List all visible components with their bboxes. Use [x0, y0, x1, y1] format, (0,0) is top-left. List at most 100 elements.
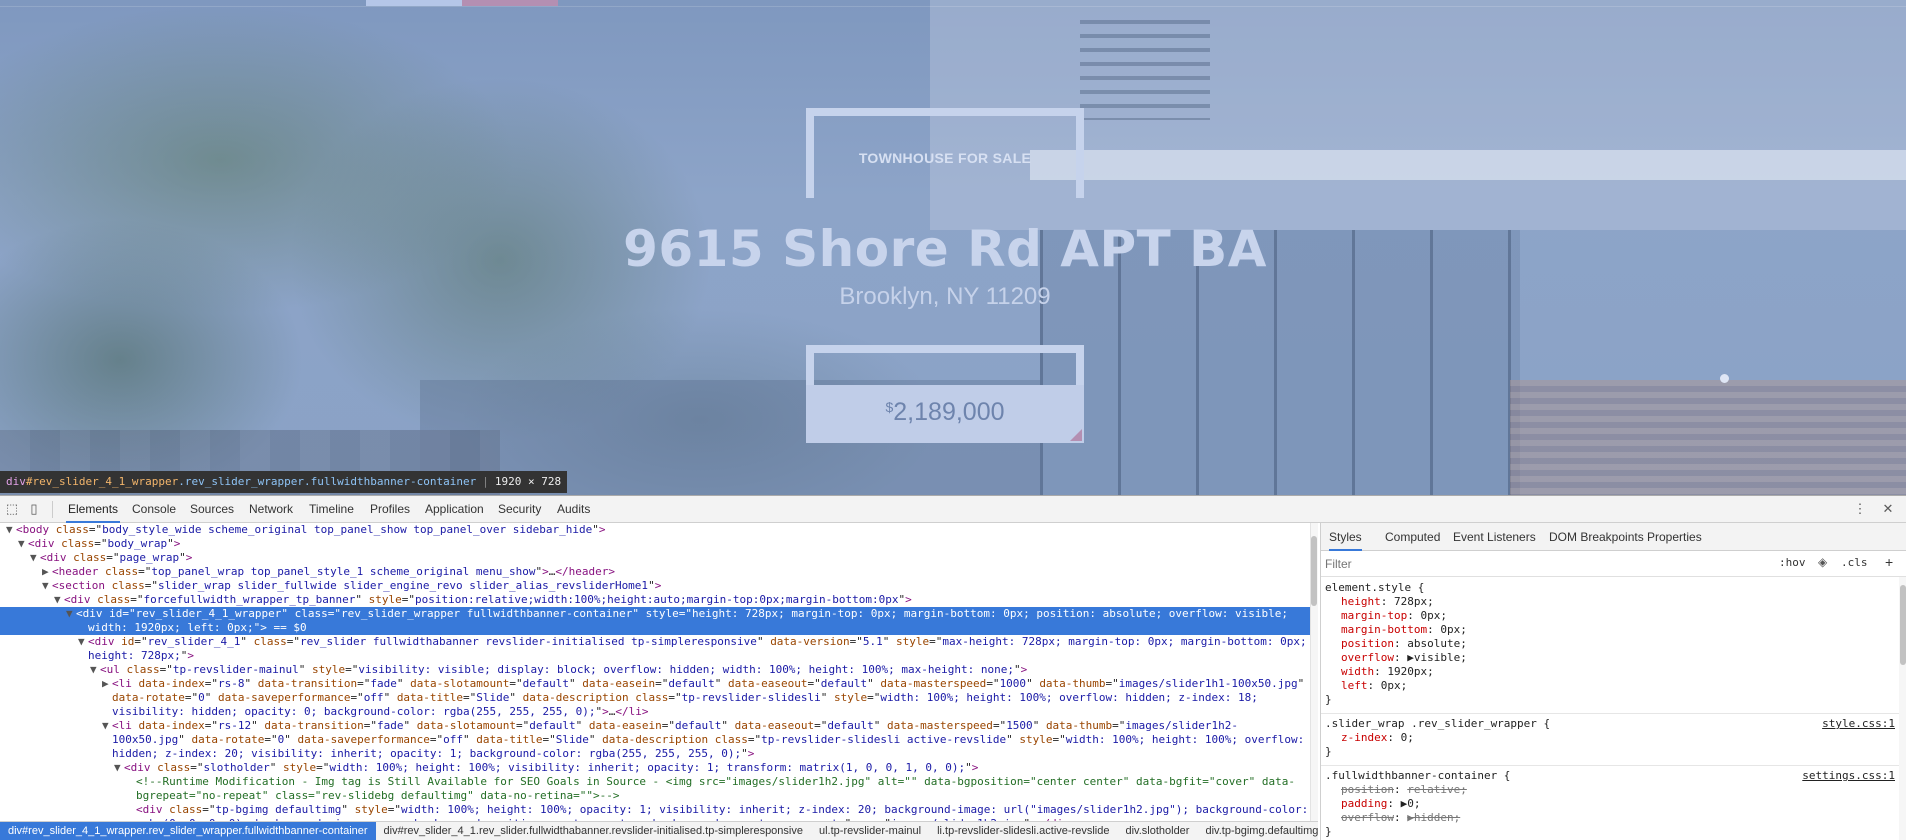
dom-node[interactable]: hidden; z-index: 20; visibility: inherit… — [0, 747, 1310, 761]
nav-divider — [0, 6, 1906, 7]
tab-styles[interactable]: Styles — [1329, 523, 1362, 551]
device-mode-icon[interactable]: ▯ — [26, 501, 42, 517]
tab-elements[interactable]: Elements — [66, 496, 121, 523]
styles-scroll-thumb[interactable] — [1900, 585, 1906, 665]
dom-node-markup: <li data-index="rs-12" data-transition="… — [112, 719, 1239, 732]
css-property: overflow — [1341, 811, 1394, 824]
breadcrumb-item[interactable]: li.tp-revslider-slidesli.active-revslide — [929, 822, 1117, 840]
css-source-link[interactable]: settings.css:1 — [1802, 769, 1895, 783]
css-declaration[interactable]: z-index: 0; — [1325, 731, 1895, 745]
css-property: width — [1341, 665, 1375, 678]
collapse-triangle-icon[interactable]: ▼ — [90, 663, 100, 677]
dom-node[interactable]: ▼ <div id="rev_slider_4_1" class="rev_sli… — [0, 635, 1310, 649]
dom-node-selected[interactable]: ▼ <div id="rev_slider_4_1_wrapper" class=… — [0, 607, 1310, 621]
dom-node-markup: height: 728px;"> — [88, 649, 194, 662]
css-selector[interactable]: .slider_wrap .rev_slider_wrapper {style.… — [1325, 717, 1895, 731]
css-declaration[interactable]: left: 0px; — [1325, 679, 1895, 693]
more-options-icon[interactable]: ⋮ — [1852, 501, 1868, 517]
dom-node[interactable]: ▼ <li data-index="rs-12" data-transition=… — [0, 719, 1310, 733]
dom-node[interactable]: height: 728px;"> — [0, 649, 1310, 663]
dom-node[interactable]: ▼ <div class="page_wrap"> — [0, 551, 1310, 565]
collapse-triangle-icon[interactable]: ▼ — [66, 607, 76, 621]
dom-node[interactable]: visibility: hidden; opacity: 0; backgrou… — [0, 705, 1310, 719]
css-value: ▶hidden; — [1407, 811, 1461, 824]
dom-node[interactable]: ▼ <div class="body_wrap"> — [0, 537, 1310, 551]
css-selector[interactable]: .fullwidthbanner-container {settings.css… — [1325, 769, 1895, 783]
css-declaration[interactable]: position: relative; — [1325, 783, 1895, 797]
tab-dom-breakpoints[interactable]: DOM Breakpoints — [1549, 523, 1644, 551]
css-source-link[interactable]: style.css:1 — [1822, 717, 1895, 731]
dom-node[interactable]: ▼ <body class="body_style_wide scheme_ori… — [0, 523, 1310, 537]
dom-node[interactable]: ▼ <ul class="tp-revslider-mainul" style="… — [0, 663, 1310, 677]
css-declaration[interactable]: position: absolute; — [1325, 637, 1895, 651]
dom-node[interactable]: <!--Runtime Modification - Img tag is St… — [0, 775, 1310, 789]
dom-node-markup: <div class="forcefullwidth_wrapper_tp_ba… — [64, 593, 912, 606]
dom-node[interactable]: ▶ <li data-index="rs-8" data-transition="… — [0, 677, 1310, 691]
css-declaration[interactable]: margin-top: 0px; — [1325, 609, 1895, 623]
css-declaration[interactable]: height: 728px; — [1325, 595, 1895, 609]
dom-tree[interactable]: ▼ <body class="body_style_wide scheme_ori… — [0, 523, 1318, 821]
css-declaration[interactable]: padding: ▶0; — [1325, 797, 1895, 811]
css-declaration[interactable]: overflow: ▶hidden; — [1325, 811, 1895, 825]
css-property: margin-top — [1341, 609, 1408, 622]
dom-node[interactable]: <div class="tp-bgimg defaultimg" style="… — [0, 803, 1310, 817]
styles-filter-input[interactable] — [1325, 555, 1755, 573]
breadcrumb-item[interactable]: div#rev_slider_4_1_wrapper.rev_slider_wr… — [0, 822, 376, 840]
collapse-triangle-icon[interactable]: ▼ — [78, 635, 88, 649]
element-state-icon[interactable]: ◈ — [1818, 555, 1827, 569]
css-declaration[interactable]: width: 1920px; — [1325, 665, 1895, 679]
dom-scroll-thumb[interactable] — [1311, 536, 1317, 606]
new-rule-button[interactable]: + — [1885, 554, 1893, 570]
price-amount: 2,189,000 — [893, 398, 1005, 426]
dom-node-markup: <ul class="tp-revslider-mainul" style="v… — [100, 663, 1028, 676]
dom-node-markup: <div class="page_wrap"> — [40, 551, 193, 564]
hover-state-toggle[interactable]: :hov — [1779, 556, 1806, 569]
breadcrumb-item[interactable]: div#rev_slider_4_1.rev_slider.fullwidtha… — [376, 822, 811, 840]
collapse-triangle-icon[interactable]: ▼ — [42, 579, 52, 593]
devtools-toolbar: ⬚ ▯ Elements Console Sources Network Tim… — [0, 496, 1906, 523]
tab-console[interactable]: Console — [130, 496, 178, 523]
tooltip-classes: .rev_slider_wrapper.fullwidthbanner-cont… — [178, 475, 477, 488]
breadcrumb-item[interactable]: ul.tp-revslider-mainul — [811, 822, 929, 840]
inspect-element-icon[interactable]: ⬚ — [4, 501, 20, 517]
tab-audits[interactable]: Audits — [555, 496, 592, 523]
collapse-triangle-icon[interactable]: ▼ — [6, 523, 16, 537]
css-selector[interactable]: element.style { — [1325, 581, 1895, 595]
tab-profiles[interactable]: Profiles — [368, 496, 412, 523]
dom-node-markup: <div id="rev_slider_4_1_wrapper" class="… — [76, 607, 1289, 620]
class-toggle[interactable]: .cls — [1841, 556, 1868, 569]
expand-triangle-icon[interactable]: ▶ — [102, 677, 112, 691]
tab-computed[interactable]: Computed — [1385, 523, 1440, 551]
collapse-triangle-icon[interactable]: ▼ — [54, 593, 64, 607]
breadcrumb-item[interactable]: div.tp-bgimg.defaultimg — [1197, 822, 1318, 840]
tab-sources[interactable]: Sources — [188, 496, 236, 523]
dom-node[interactable]: ▼ <div class="slotholder" style="width: 1… — [0, 761, 1310, 775]
breadcrumb-item[interactable]: div.slotholder — [1117, 822, 1197, 840]
collapse-triangle-icon[interactable]: ▼ — [102, 719, 112, 733]
css-declaration[interactable]: margin-bottom: 0px; — [1325, 623, 1895, 637]
dom-node[interactable]: bgrepeat="no-repeat" class="rev-slidebg … — [0, 789, 1310, 803]
collapse-triangle-icon[interactable]: ▼ — [18, 537, 28, 551]
dom-node[interactable]: data-rotate="0" data-saveperformance="of… — [0, 691, 1310, 705]
collapse-triangle-icon[interactable]: ▼ — [30, 551, 40, 565]
css-property: padding — [1341, 797, 1388, 810]
dom-node-markup: <div class="body_wrap"> — [28, 537, 181, 550]
tab-properties[interactable]: Properties — [1647, 523, 1702, 551]
tab-network[interactable]: Network — [247, 496, 295, 523]
css-declaration[interactable]: overflow: ▶visible; — [1325, 651, 1895, 665]
collapse-triangle-icon[interactable]: ▼ — [114, 761, 124, 775]
styles-tabbar: Styles Computed Event Listeners DOM Brea… — [1321, 523, 1906, 551]
expand-triangle-icon[interactable]: ▶ — [42, 565, 52, 579]
close-icon[interactable]: ✕ — [1880, 501, 1896, 517]
tab-event-listeners[interactable]: Event Listeners — [1453, 523, 1536, 551]
dom-node[interactable]: ▼ <div class="forcefullwidth_wrapper_tp_b… — [0, 593, 1310, 607]
tab-application[interactable]: Application — [423, 496, 486, 523]
dom-node[interactable]: ▶ <header class="top_panel_wrap top_panel… — [0, 565, 1310, 579]
dom-node-selected[interactable]: width: 1920px; left: 0px;"> == $0 — [0, 621, 1310, 635]
dom-node[interactable]: 100x50.jpg" data-rotate="0" data-saveper… — [0, 733, 1310, 747]
toolbar-separator — [52, 501, 53, 518]
slider-dot[interactable] — [1720, 374, 1729, 383]
dom-node[interactable]: ▼ <section class="slider_wrap slider_full… — [0, 579, 1310, 593]
tab-timeline[interactable]: Timeline — [307, 496, 356, 523]
tab-security[interactable]: Security — [496, 496, 543, 523]
